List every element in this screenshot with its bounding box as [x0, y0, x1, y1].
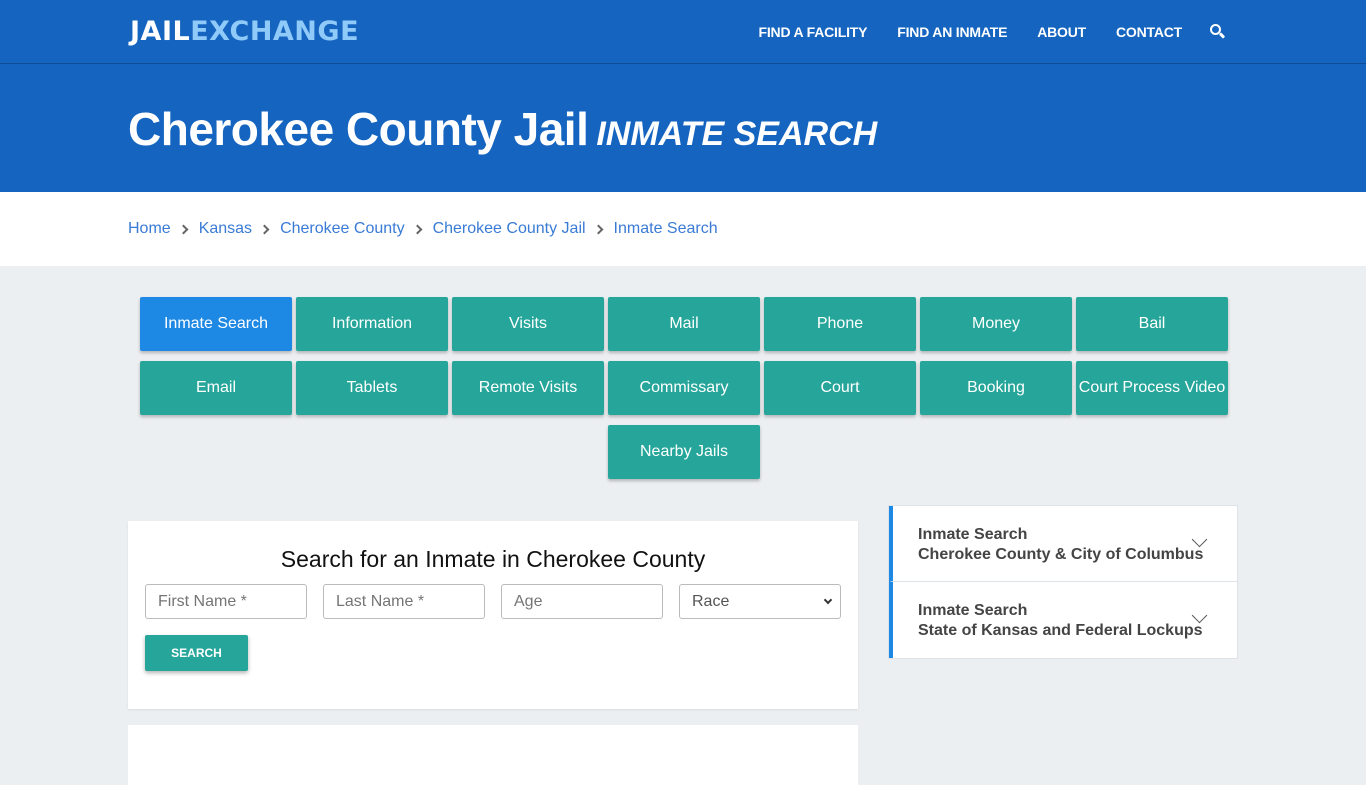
tile-court[interactable]: Court: [764, 361, 916, 415]
tile-money[interactable]: Money: [920, 297, 1072, 351]
top-navbar: JAILEXCHANGE FIND A FACILITY FIND AN INM…: [0, 0, 1366, 64]
inmate-search-card: Search for an Inmate in Cherokee County …: [128, 521, 858, 709]
first-name-input[interactable]: [145, 584, 307, 619]
site-logo[interactable]: JAILEXCHANGE: [130, 16, 359, 47]
chevron-right-icon: [259, 224, 270, 234]
tile-inmate-search[interactable]: Inmate Search: [140, 297, 292, 351]
page-hero: Cherokee County Jail INMATE SEARCH: [0, 64, 1366, 192]
nav-find-facility[interactable]: FIND A FACILITY: [759, 24, 868, 40]
breadcrumb-county[interactable]: Cherokee County: [280, 220, 405, 238]
accordion-item-county-search[interactable]: Inmate Search Cherokee County & City of …: [889, 506, 1237, 582]
chevron-right-icon: [412, 224, 423, 234]
nav-contact[interactable]: CONTACT: [1116, 24, 1182, 40]
accordion-title-line1: Inmate Search: [918, 602, 1028, 619]
logo-exchange: EXCHANGE: [190, 16, 360, 47]
last-name-input[interactable]: [323, 584, 485, 619]
age-input[interactable]: [501, 584, 663, 619]
page-title: Cherokee County Jail INMATE SEARCH: [128, 102, 877, 156]
race-select[interactable]: Race: [679, 584, 841, 619]
search-fields: Race: [128, 584, 858, 619]
tile-tablets[interactable]: Tablets: [296, 361, 448, 415]
breadcrumb-home[interactable]: Home: [128, 220, 171, 238]
tile-mail[interactable]: Mail: [608, 297, 760, 351]
tile-nearby-jails[interactable]: Nearby Jails: [608, 425, 760, 479]
search-form-title: Search for an Inmate in Cherokee County: [280, 546, 706, 572]
logo-jail: JAIL: [130, 16, 191, 47]
content-card: [128, 725, 858, 785]
search-icon[interactable]: [1210, 24, 1226, 40]
sidebar-accordion: Inmate Search Cherokee County & City of …: [888, 505, 1238, 659]
main-nav: FIND A FACILITY FIND AN INMATE ABOUT CON…: [729, 0, 1226, 64]
tile-remote-visits[interactable]: Remote Visits: [452, 361, 604, 415]
tile-booking[interactable]: Booking: [920, 361, 1072, 415]
breadcrumb-facility[interactable]: Cherokee County Jail: [433, 220, 586, 238]
tile-email[interactable]: Email: [140, 361, 292, 415]
accordion-item-state-search[interactable]: Inmate Search State of Kansas and Federa…: [889, 582, 1237, 658]
chevron-right-icon: [178, 224, 189, 234]
page-subtitle: INMATE SEARCH: [596, 115, 878, 153]
nav-find-inmate[interactable]: FIND AN INMATE: [897, 24, 1007, 40]
accordion-title-line2: State of Kansas and Federal Lockups: [918, 622, 1203, 639]
tile-commissary[interactable]: Commissary: [608, 361, 760, 415]
tile-visits[interactable]: Visits: [452, 297, 604, 351]
breadcrumb-state[interactable]: Kansas: [199, 220, 252, 238]
accordion-title-line1: Inmate Search: [918, 526, 1028, 543]
accordion-title-line2: Cherokee County & City of Columbus: [918, 546, 1204, 563]
tile-phone[interactable]: Phone: [764, 297, 916, 351]
search-button[interactable]: SEARCH: [145, 635, 248, 671]
tile-court-process-video[interactable]: Court Process Video: [1076, 361, 1228, 415]
facility-tabs: Inmate Search Information Visits Mail Ph…: [139, 297, 1229, 479]
chevron-right-icon: [593, 224, 603, 234]
page-title-main: Cherokee County Jail: [128, 103, 589, 155]
tile-bail[interactable]: Bail: [1076, 297, 1228, 351]
tile-information[interactable]: Information: [296, 297, 448, 351]
race-select-wrapper: Race: [679, 584, 841, 619]
breadcrumb-current[interactable]: Inmate Search: [614, 220, 718, 238]
nav-about[interactable]: ABOUT: [1037, 24, 1086, 40]
breadcrumb: Home Kansas Cherokee County Cherokee Cou…: [0, 192, 1366, 266]
